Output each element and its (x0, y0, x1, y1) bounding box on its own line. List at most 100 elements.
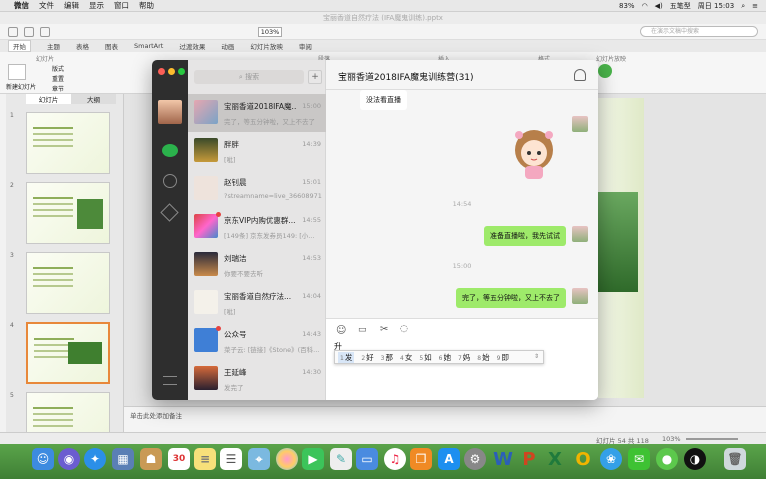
zoom-field[interactable]: 103% (258, 27, 282, 37)
chat-item[interactable]: 胖胖 14:39 [呲] (188, 132, 326, 170)
itunes-icon[interactable]: ♫ (384, 448, 406, 470)
maps-icon[interactable]: ⌖ (248, 448, 270, 470)
tab-slides[interactable]: 幻灯片 (26, 94, 71, 104)
my-avatar[interactable] (158, 100, 182, 124)
reset-button[interactable]: 重置 (52, 74, 64, 83)
ime-page-arrows-icon[interactable]: ⇕ (534, 353, 539, 360)
ime-candidate[interactable]: 5如 (419, 352, 431, 363)
input-method[interactable]: 五笔型 (670, 1, 691, 11)
qq-icon[interactable]: ❀ (600, 448, 622, 470)
slide-thumbnail[interactable] (26, 252, 110, 314)
menu-help[interactable]: 帮助 (139, 0, 154, 11)
ime-candidate[interactable]: 7妈 (458, 352, 470, 363)
settings-icon[interactable]: ⚙ (464, 448, 486, 470)
siri-icon[interactable]: ◉ (58, 448, 80, 470)
tab-smartart[interactable]: SmartArt (134, 42, 163, 50)
zoom-slider[interactable] (686, 438, 738, 440)
home-icon[interactable] (8, 27, 18, 37)
obs-icon[interactable]: ◑ (684, 448, 706, 470)
scissors-icon[interactable]: ✂ (380, 324, 388, 335)
group-members-icon[interactable] (574, 69, 586, 81)
ime-candidate[interactable]: 4女 (400, 352, 412, 363)
tab-home[interactable]: 开始 (8, 40, 31, 52)
chat-icon[interactable] (162, 144, 178, 157)
wifi-icon[interactable]: ◠ (642, 2, 648, 10)
textedit-icon[interactable]: ✎ (330, 448, 352, 470)
finder-icon[interactable]: ☺ (32, 448, 54, 470)
contacts-icon[interactable] (163, 174, 177, 188)
search-icon[interactable]: ⌕ (741, 2, 745, 11)
slide-thumbnail[interactable] (26, 112, 110, 174)
ppt-search-input[interactable]: 在演示文稿中搜索 (640, 26, 758, 37)
slide-thumbnail[interactable] (26, 182, 110, 244)
ime-candidate[interactable]: 3那 (381, 352, 393, 363)
appstore-icon[interactable]: A (438, 448, 460, 470)
books-icon[interactable]: ❐ (410, 448, 432, 470)
excel-icon[interactable]: X (544, 448, 566, 470)
chat-item[interactable]: 宝丽香道自然疗法... 14:04 [呲] (188, 284, 326, 322)
control-center-icon[interactable]: ≡ (752, 2, 758, 10)
chat-item[interactable]: 王延峰 14:30 发完了 (188, 360, 326, 398)
safari-icon[interactable]: ✦ (84, 448, 106, 470)
print-icon[interactable] (40, 27, 50, 37)
tab-charts[interactable]: 图表 (105, 41, 118, 51)
notes-icon[interactable]: ≡ (194, 448, 216, 470)
layout-button[interactable]: 版式 (52, 64, 64, 73)
ime-candidate[interactable]: 6她 (439, 352, 451, 363)
section-button[interactable]: 章节 (52, 84, 64, 93)
slide-thumbnail-selected[interactable] (26, 322, 110, 384)
calendar-icon[interactable]: 30 (168, 448, 190, 470)
photos-icon[interactable] (276, 448, 298, 470)
reminders-icon[interactable]: ☰ (220, 448, 242, 470)
add-chat-button[interactable]: + (308, 70, 322, 84)
ime-candidate[interactable]: 8始 (477, 352, 489, 363)
menu-clock[interactable]: 周日 15:03 (698, 1, 734, 11)
powerpoint-icon[interactable]: P (518, 448, 540, 470)
new-slide-button[interactable]: 新建幻灯片 (6, 82, 36, 91)
ime-candidate[interactable]: 1发 (338, 351, 355, 363)
tab-review[interactable]: 审阅 (299, 41, 312, 51)
outlook-icon[interactable]: O (572, 448, 594, 470)
tab-themes[interactable]: 主题 (47, 41, 60, 51)
facetime-icon[interactable]: ▶ (302, 448, 324, 470)
tab-transitions[interactable]: 过渡效果 (179, 41, 205, 51)
chat-item[interactable]: 公众号 14:43 菜子云: [链接]《Stone》(百科... (188, 322, 326, 360)
zoom-window-icon[interactable] (178, 68, 185, 75)
trash-icon[interactable]: 🗑 (724, 448, 746, 470)
ime-candidate[interactable]: 2好 (361, 352, 373, 363)
keynote-icon[interactable]: ▭ (356, 448, 378, 470)
tab-slideshow[interactable]: 幻灯片放映 (250, 41, 283, 51)
wechat-icon[interactable]: ✉ (628, 448, 650, 470)
comment-icon[interactable]: ◌ (400, 324, 408, 334)
chat-item[interactable]: 宝丽香道2018IFA魔... 15:00 完了，等五分钟啦，又上不去了 (188, 94, 326, 132)
menu-file[interactable]: 文件 (39, 0, 54, 11)
battery-status[interactable]: 83% (619, 2, 635, 10)
search-input[interactable]: ⌕ 搜索 (194, 70, 304, 84)
minimize-window-icon[interactable] (168, 68, 175, 75)
chat-item[interactable]: 京东VIP内购优惠群... 14:55 [149条] 京东发券员149: [小.… (188, 208, 326, 246)
close-window-icon[interactable] (158, 68, 165, 75)
preview-icon[interactable]: ▦ (112, 448, 134, 470)
contacts-icon[interactable]: ☗ (140, 448, 162, 470)
menu-view[interactable]: 显示 (89, 0, 104, 11)
ime-candidate[interactable]: 9即 (497, 352, 509, 363)
tab-tables[interactable]: 表格 (76, 41, 89, 51)
new-slide-icon[interactable] (8, 64, 26, 80)
save-icon[interactable] (24, 27, 34, 37)
folder-icon[interactable]: ▭ (358, 325, 367, 335)
menu-icon[interactable] (163, 376, 177, 385)
tab-outline[interactable]: 大纲 (71, 94, 116, 104)
messages-icon[interactable]: ● (656, 448, 678, 470)
menu-window[interactable]: 窗口 (114, 0, 129, 11)
chat-item[interactable]: 刘瑞洁 14:53 你要不要去听 (188, 246, 326, 284)
favorites-icon[interactable] (160, 203, 179, 222)
play-slideshow-icon[interactable] (598, 64, 612, 78)
notes-pane[interactable]: 单击此处添加备注 (124, 406, 766, 432)
volume-icon[interactable]: ◀) (655, 2, 663, 10)
emoji-icon[interactable]: ☺ (336, 325, 346, 336)
chat-item[interactable]: 赵钊晨 15:01 ?streamname=live_366089715... (188, 170, 326, 208)
tab-animations[interactable]: 动画 (221, 41, 234, 51)
word-icon[interactable]: W (492, 448, 514, 470)
menu-edit[interactable]: 编辑 (64, 0, 79, 11)
menu-wechat[interactable]: 微信 (14, 0, 29, 11)
